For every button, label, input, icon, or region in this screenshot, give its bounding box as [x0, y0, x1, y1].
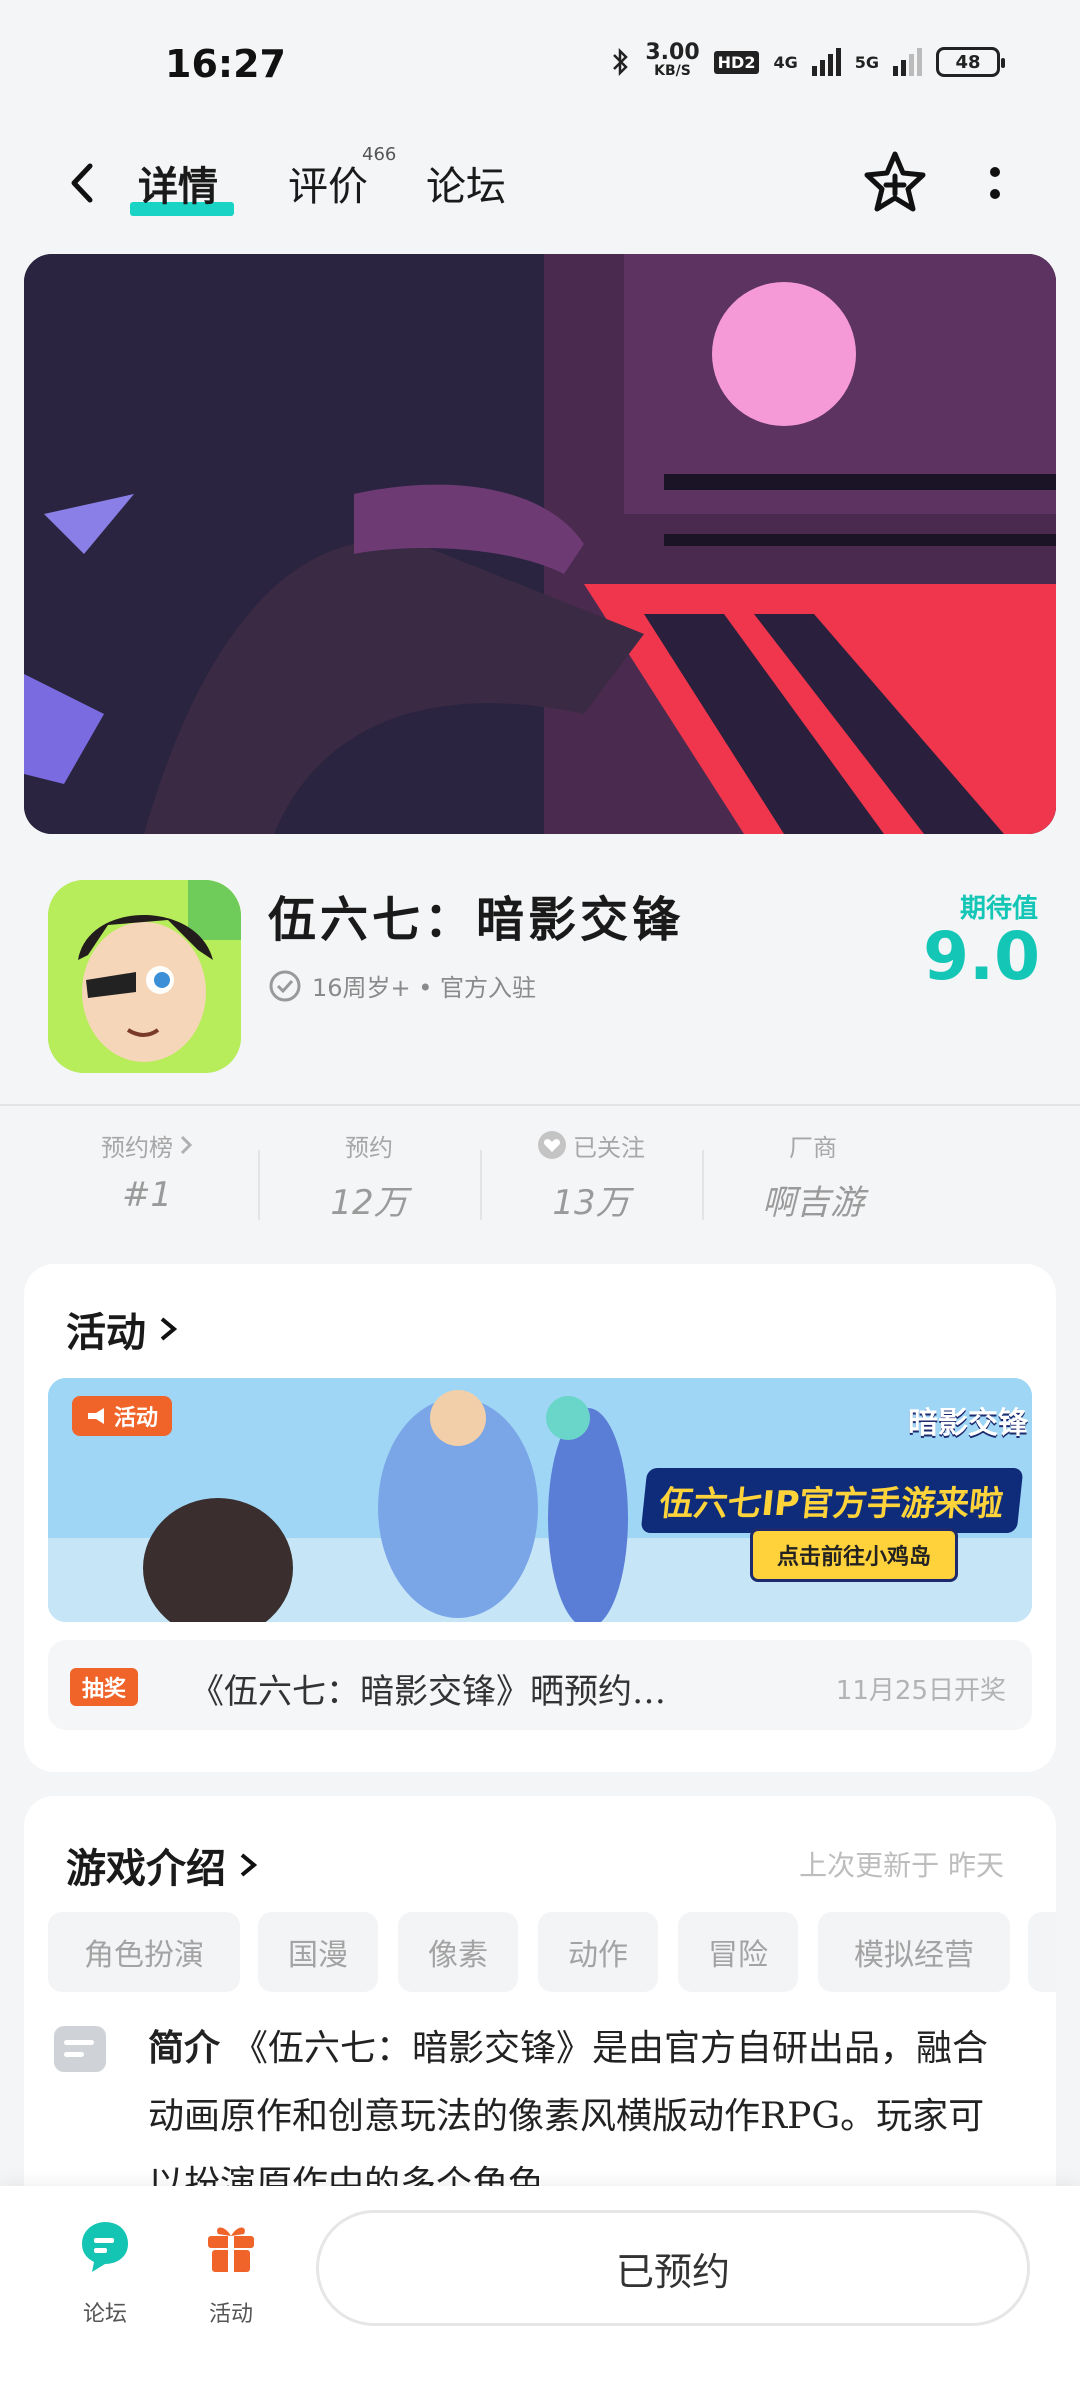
lottery-date: 11月25日开奖: [835, 1676, 1006, 1706]
signal-icon: [811, 48, 841, 76]
last-updated: 上次更新于 昨天: [799, 1849, 1004, 1882]
intro-title[interactable]: 游戏介绍: [66, 1836, 260, 1894]
status-bar: 16:27 3.00 KB/S HD2 4G 5G 48: [0, 0, 1080, 130]
stats-row: 预约榜 #1 预约 12万 已关注 13万 厂商 啊吉游: [0, 1125, 1080, 1225]
tag-chip[interactable]: 动作: [538, 1912, 658, 1992]
hero-banner[interactable]: [24, 254, 1056, 834]
reviews-count-badge: 466: [362, 144, 397, 165]
events-card: 活动 活动 暗影交锋 伍六七IP官方手游来啦 点击前往小鸡岛 抽奖 《伍六七：暗…: [24, 1264, 1056, 1772]
bottom-activity-button[interactable]: 活动: [186, 2216, 276, 2328]
bluetooth-icon: [613, 47, 629, 77]
top-nav: 详情 评价 466 论坛: [0, 140, 1080, 230]
heart-check-icon: [538, 1131, 566, 1159]
tag-chip[interactable]: 角色扮演: [48, 1912, 240, 1992]
tag-list: 角色扮演 国漫 像素 动作 冒险 模拟经营: [48, 1912, 1056, 1992]
intro-card: 游戏介绍 上次更新于 昨天 角色扮演 国漫 像素 动作 冒险 模拟经营 简介 《伍…: [24, 1796, 1056, 2216]
hd-badge: HD2: [713, 50, 760, 74]
stat-separator: [702, 1150, 704, 1220]
bottom-bar: 论坛 活动 已预约: [0, 2186, 1080, 2400]
events-title[interactable]: 活动: [66, 1300, 180, 1358]
gift-icon: [208, 2227, 254, 2272]
back-arrow-icon[interactable]: [60, 158, 110, 208]
forum-chat-icon: [82, 2222, 128, 2272]
stat-followers[interactable]: 已关注 13万: [480, 1125, 702, 1225]
verified-check-icon: [269, 970, 301, 1001]
star-add-icon[interactable]: [860, 148, 930, 218]
network-4g-label: 4G: [773, 52, 798, 72]
tag-chip[interactable]: 国漫: [258, 1912, 378, 1992]
chevron-right-icon: [180, 1135, 193, 1155]
event-tag: 活动: [72, 1396, 173, 1436]
lottery-tag: 抽奖: [70, 1668, 139, 1706]
event-logo: 暗影交锋: [908, 1406, 1028, 1441]
stat-reservations: 预约 12万: [330, 1133, 408, 1224]
section-divider: [0, 1104, 1080, 1106]
tab-details[interactable]: 详情: [138, 154, 218, 212]
document-icon: [54, 2026, 106, 2072]
tag-chip[interactable]: 模拟经营: [818, 1912, 1010, 1992]
stat-developer[interactable]: 厂商 啊吉游: [702, 1125, 924, 1225]
signal-icon-2: [893, 48, 922, 76]
tag-chip[interactable]: 像素: [398, 1912, 518, 1992]
event-headline: 伍六七IP官方手游来啦: [640, 1468, 1023, 1533]
app-title: 伍六七：暗影交锋: [268, 892, 685, 948]
reserved-button[interactable]: 已预约: [316, 2210, 1030, 2326]
chevron-right-icon: [240, 1853, 258, 1877]
stat-rank[interactable]: 预约榜 #1: [36, 1125, 258, 1225]
chevron-right-icon: [160, 1317, 178, 1341]
network-5g-label: 5G: [854, 52, 879, 72]
status-time: 16:27: [165, 42, 286, 86]
intro-label: 简介: [148, 2027, 221, 2069]
app-subtitle: 16周岁+ • 官方入驻: [268, 968, 536, 1003]
app-icon: [48, 880, 241, 1073]
tag-chip-overflow: [1028, 1912, 1056, 1992]
battery-icon: 48: [936, 47, 1005, 77]
expectation-score: 9.0: [923, 918, 1040, 995]
tab-reviews[interactable]: 评价: [288, 154, 368, 212]
more-options-icon[interactable]: [985, 160, 1005, 210]
event-banner[interactable]: 活动 暗影交锋 伍六七IP官方手游来啦 点击前往小鸡岛: [48, 1378, 1032, 1622]
stat-separator: [258, 1150, 260, 1220]
tag-chip[interactable]: 冒险: [678, 1912, 798, 1992]
status-icons: 3.00 KB/S HD2 4G 5G 48: [611, 40, 1005, 80]
hero-artwork: [24, 254, 1056, 834]
network-speed: 3.00 KB/S: [645, 40, 700, 80]
lottery-item[interactable]: 抽奖 《伍六七：暗影交锋》晒预约… 11月25日开奖: [48, 1640, 1032, 1730]
app-icon-artwork: [48, 880, 241, 1073]
lottery-text: 《伍六七：暗影交锋》晒预约…: [190, 1672, 666, 1712]
tab-forum[interactable]: 论坛: [426, 154, 506, 212]
megaphone-icon: [88, 1408, 104, 1424]
event-cta-button[interactable]: 点击前往小鸡岛: [750, 1528, 959, 1582]
stat-separator: [480, 1150, 482, 1220]
bottom-forum-button[interactable]: 论坛: [60, 2216, 150, 2328]
